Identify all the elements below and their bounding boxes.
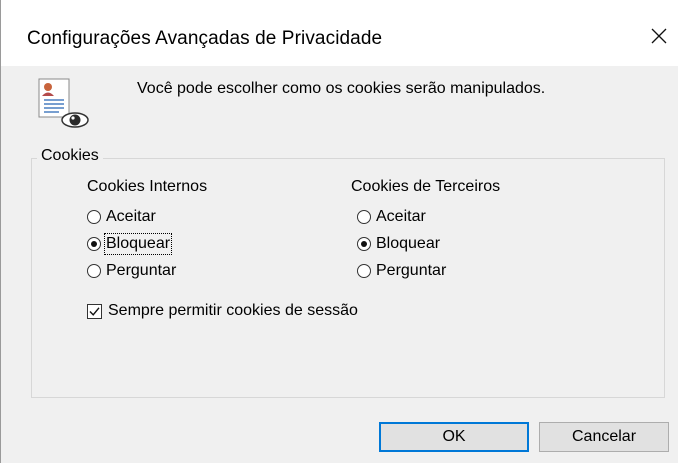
first-party-heading: Cookies Internos — [87, 178, 208, 195]
radio-label: Bloquear — [376, 235, 441, 252]
checkbox-box — [87, 303, 102, 319]
third-party-heading: Cookies de Terceiros — [351, 178, 501, 195]
close-icon — [651, 28, 667, 44]
checkmark-icon — [89, 306, 100, 316]
radio-indicator — [87, 210, 101, 224]
ok-button[interactable]: OK — [379, 422, 529, 452]
third-party-accept-radio[interactable]: Aceitar — [357, 206, 426, 228]
radio-label: Perguntar — [376, 262, 447, 279]
first-party-prompt-radio[interactable]: Perguntar — [87, 260, 176, 282]
privacy-document-eye-icon — [37, 78, 89, 130]
cookies-group-label: Cookies — [37, 147, 103, 165]
close-button[interactable] — [639, 16, 678, 56]
third-party-prompt-radio[interactable]: Perguntar — [357, 260, 446, 282]
title-bar: Configurações Avançadas de Privacidade — [1, 0, 678, 66]
radio-label: Aceitar — [106, 208, 156, 225]
radio-indicator-selected — [87, 237, 101, 251]
radio-label: Aceitar — [376, 208, 426, 225]
radio-label: Bloquear — [103, 233, 173, 255]
first-party-accept-radio[interactable]: Aceitar — [87, 206, 156, 228]
radio-indicator — [357, 264, 371, 278]
first-party-block-radio[interactable]: Bloquear — [87, 233, 173, 255]
privacy-settings-dialog: Configurações Avançadas de Privacidade V… — [0, 0, 678, 463]
radio-indicator-selected — [357, 237, 371, 251]
radio-indicator — [87, 264, 101, 278]
session-cookies-checkbox[interactable]: Sempre permitir cookies de sessão — [87, 302, 358, 320]
intro-text: Você pode escolher como os cookies serão… — [137, 80, 546, 97]
third-party-block-radio[interactable]: Bloquear — [357, 233, 440, 255]
cancel-button[interactable]: Cancelar — [539, 422, 669, 452]
radio-indicator — [357, 210, 371, 224]
checkbox-label: Sempre permitir cookies de sessão — [108, 302, 358, 319]
radio-label: Perguntar — [106, 262, 177, 279]
dialog-title: Configurações Avançadas de Privacidade — [27, 28, 383, 49]
